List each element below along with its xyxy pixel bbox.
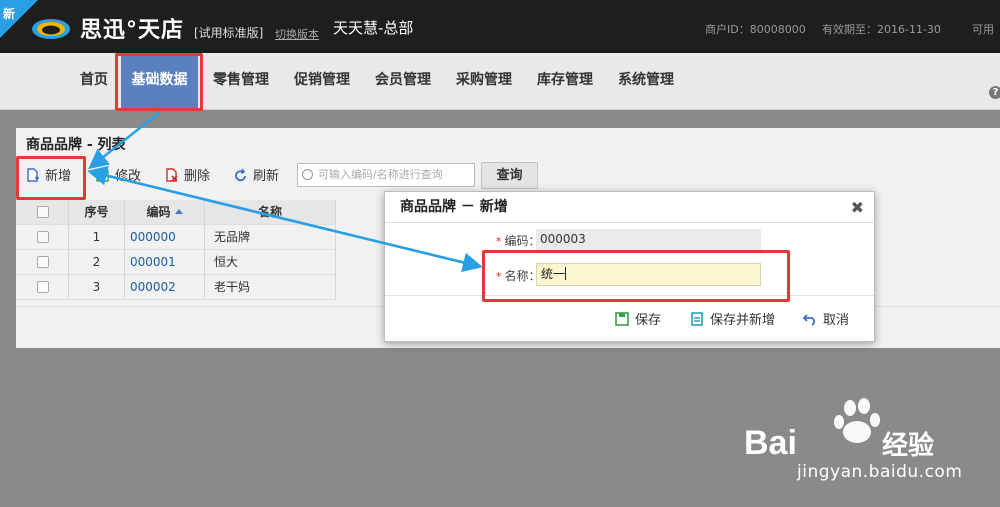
row-name: 无品牌	[205, 225, 336, 250]
row-code-link[interactable]: 000001	[125, 250, 205, 275]
code-field: 000003	[536, 229, 761, 250]
row-checkbox[interactable]	[37, 256, 49, 268]
select-all-checkbox[interactable]	[37, 206, 49, 218]
search-input[interactable]: 可输入编码/名称进行查询	[297, 163, 475, 187]
row-seq: 3	[69, 275, 125, 300]
panel-title: 商品品牌 - 列表	[26, 137, 126, 153]
nav-item-purchase[interactable]: 采购管理	[446, 53, 522, 110]
nav-item-promotion[interactable]: 促销管理	[284, 53, 360, 110]
svg-text:经验: 经验	[882, 430, 934, 461]
row-checkbox[interactable]	[37, 281, 49, 293]
edit-icon	[96, 169, 109, 182]
expire-date: 有效期至：2016-11-30	[822, 23, 941, 36]
row-checkbox[interactable]	[37, 231, 49, 243]
cancel-button-label: 取消	[823, 313, 850, 328]
save-button[interactable]: 保存	[615, 309, 661, 328]
nav-item-system[interactable]: 系统管理	[608, 53, 684, 110]
row-checkbox-cell	[16, 275, 69, 300]
delete-button[interactable]: 删除	[165, 166, 210, 188]
edition-label: [试用标准版]	[194, 26, 264, 40]
close-icon[interactable]: ✖	[851, 198, 864, 217]
column-header-code-label: 编码	[146, 205, 171, 219]
table-row[interactable]: 3 000002 老干妈	[16, 275, 336, 300]
cloud-logo-icon	[32, 19, 70, 39]
row-name: 老干妈	[205, 275, 336, 300]
nav-item-inventory[interactable]: 库存管理	[527, 53, 603, 110]
sort-asc-icon	[174, 209, 183, 214]
brand-logo-text: 思迅°天店	[80, 18, 185, 43]
refresh-button-label: 刷新	[253, 169, 280, 184]
save-and-new-button[interactable]: 保存并新增	[690, 309, 775, 328]
code-field-label: * 编码：	[496, 232, 541, 249]
nav-item-member[interactable]: 会员管理	[365, 53, 441, 110]
undo-arrow-icon	[803, 314, 815, 326]
row-code-link[interactable]: 000000	[125, 225, 205, 250]
help-icon[interactable]: ?	[989, 86, 1000, 99]
nav-item-retail[interactable]: 零售管理	[203, 53, 279, 110]
edit-button-label: 修改	[115, 169, 142, 184]
row-seq: 2	[69, 250, 125, 275]
save-disk-icon	[615, 312, 629, 326]
query-button[interactable]: 查询	[481, 162, 538, 189]
merchant-id: 商户ID：80008000	[705, 23, 806, 36]
store-name: 天天慧-总部	[333, 19, 414, 37]
search-placeholder: 可输入编码/名称进行查询	[318, 168, 443, 181]
dialog-title: 商品品牌 － 新增	[385, 192, 874, 223]
svg-text:Bai: Bai	[744, 424, 797, 462]
refresh-button[interactable]: 刷新	[234, 166, 279, 188]
top-header: 新 思迅°天店 [试用标准版] 切换版本 天天慧-总部 商户ID：8000800…	[0, 0, 1000, 53]
switch-version-link[interactable]: 切换版本	[275, 26, 319, 42]
row-checkbox-cell	[16, 225, 69, 250]
required-mark: *	[496, 235, 502, 248]
refresh-icon	[235, 168, 246, 182]
annotation-box-add	[16, 156, 86, 200]
table-row[interactable]: 1 000000 无品牌	[16, 225, 336, 250]
search-icon	[302, 169, 313, 180]
table-row[interactable]: 2 000001 恒大	[16, 250, 336, 275]
table-header-row: 序号 编码 名称	[16, 200, 336, 225]
delete-file-icon	[166, 168, 178, 182]
save-new-icon	[691, 312, 703, 326]
row-checkbox-cell	[16, 250, 69, 275]
column-header-seq: 序号	[69, 200, 125, 225]
column-header-name: 名称	[205, 200, 336, 225]
annotation-box-name	[482, 250, 790, 302]
watermark-url: jingyan.baidu.com	[797, 462, 963, 482]
save-button-label: 保存	[635, 313, 662, 328]
annotation-box-nav	[115, 53, 203, 111]
cancel-button[interactable]: 取消	[803, 309, 849, 328]
row-seq: 1	[69, 225, 125, 250]
row-name: 恒大	[205, 250, 336, 275]
save-and-new-button-label: 保存并新增	[710, 313, 776, 328]
delete-button-label: 删除	[184, 169, 211, 184]
column-header-code[interactable]: 编码	[125, 200, 205, 225]
new-badge-label: 新	[3, 7, 16, 21]
row-code-link[interactable]: 000002	[125, 275, 205, 300]
edit-button[interactable]: 修改	[96, 166, 141, 188]
nav-item-home[interactable]: 首页	[68, 53, 120, 110]
header-checkbox-cell	[16, 200, 69, 225]
available-label: 可用	[972, 23, 994, 36]
